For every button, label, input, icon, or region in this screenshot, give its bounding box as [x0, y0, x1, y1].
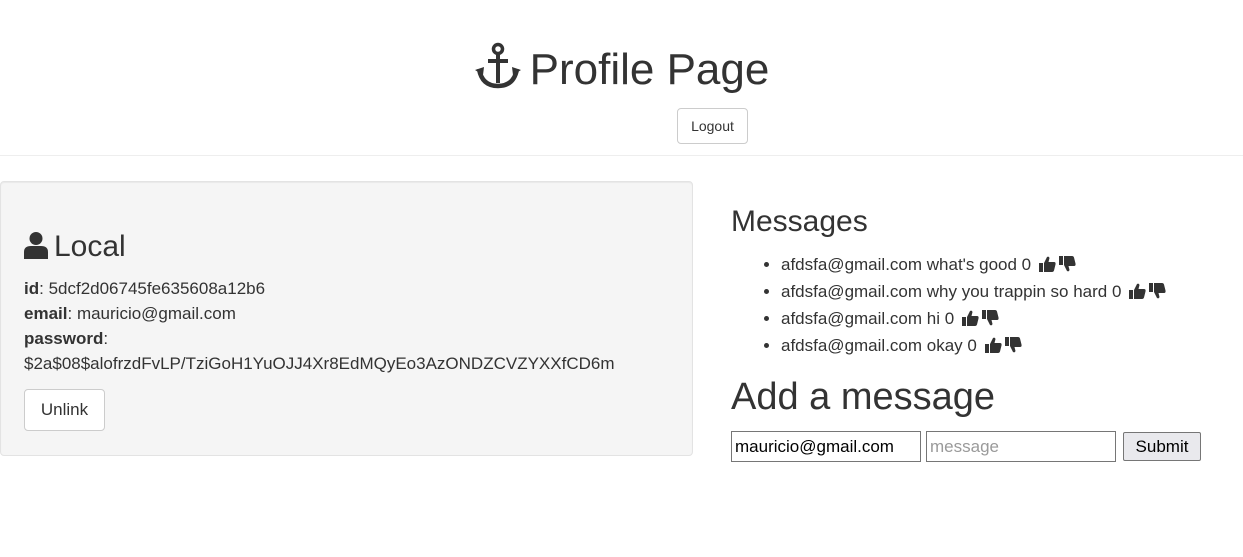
- password-value: $2a$08$alofrzdFvLP/TziGoH1YuOJJ4Xr8EdMQy…: [24, 354, 615, 373]
- thumbs-up-icon[interactable]: [984, 335, 1002, 360]
- email-label: email: [24, 304, 68, 323]
- submit-button[interactable]: Submit: [1123, 432, 1201, 461]
- thumbs-up-icon[interactable]: [1038, 254, 1056, 279]
- name-input[interactable]: [731, 431, 921, 462]
- local-heading-text: Local: [54, 230, 126, 263]
- list-item: afdsfa@gmail.com okay 0: [781, 333, 1166, 360]
- message-input[interactable]: [926, 431, 1116, 462]
- id-field: id: 5dcf2d06745fe635608a12b6: [24, 279, 266, 298]
- page-title: Profile Page: [0, 42, 1243, 104]
- page-title-text: Profile Page: [529, 45, 770, 94]
- message-text: afdsfa@gmail.com hi 0: [781, 309, 955, 328]
- message-text: afdsfa@gmail.com what's good 0: [781, 255, 1032, 274]
- add-message-heading: Add a message: [731, 376, 996, 418]
- messages-heading: Messages: [731, 205, 868, 238]
- anchor-icon: [474, 42, 522, 104]
- user-icon: [24, 231, 48, 268]
- thumbs-up-icon[interactable]: [961, 308, 979, 333]
- unlink-button[interactable]: Unlink: [24, 389, 105, 431]
- local-heading: Local: [24, 229, 126, 268]
- email-field: email: mauricio@gmail.com: [24, 304, 236, 323]
- thumbs-down-icon[interactable]: [981, 308, 999, 333]
- thumbs-up-icon[interactable]: [1129, 281, 1146, 306]
- thumbs-down-icon[interactable]: [1004, 335, 1022, 360]
- email-value: mauricio@gmail.com: [76, 304, 236, 323]
- password-label: password: [24, 329, 104, 348]
- message-text: afdsfa@gmail.com why you trappin so hard…: [781, 282, 1122, 301]
- logout-button[interactable]: Logout: [677, 108, 748, 144]
- message-text: afdsfa@gmail.com okay 0: [781, 336, 977, 355]
- messages-list: afdsfa@gmail.com what's good 0 afdsfa@gm…: [731, 252, 1166, 360]
- thumbs-down-icon[interactable]: [1149, 281, 1166, 306]
- password-field: password:: [24, 329, 109, 348]
- id-value: 5dcf2d06745fe635608a12b6: [48, 279, 266, 298]
- thumbs-down-icon[interactable]: [1058, 254, 1076, 279]
- page-header: Profile Page Logout: [0, 0, 1243, 156]
- list-item: afdsfa@gmail.com what's good 0: [781, 252, 1166, 279]
- list-item: afdsfa@gmail.com why you trappin so hard…: [781, 279, 1166, 306]
- id-label: id: [24, 279, 40, 298]
- list-item: afdsfa@gmail.com hi 0: [781, 306, 1166, 333]
